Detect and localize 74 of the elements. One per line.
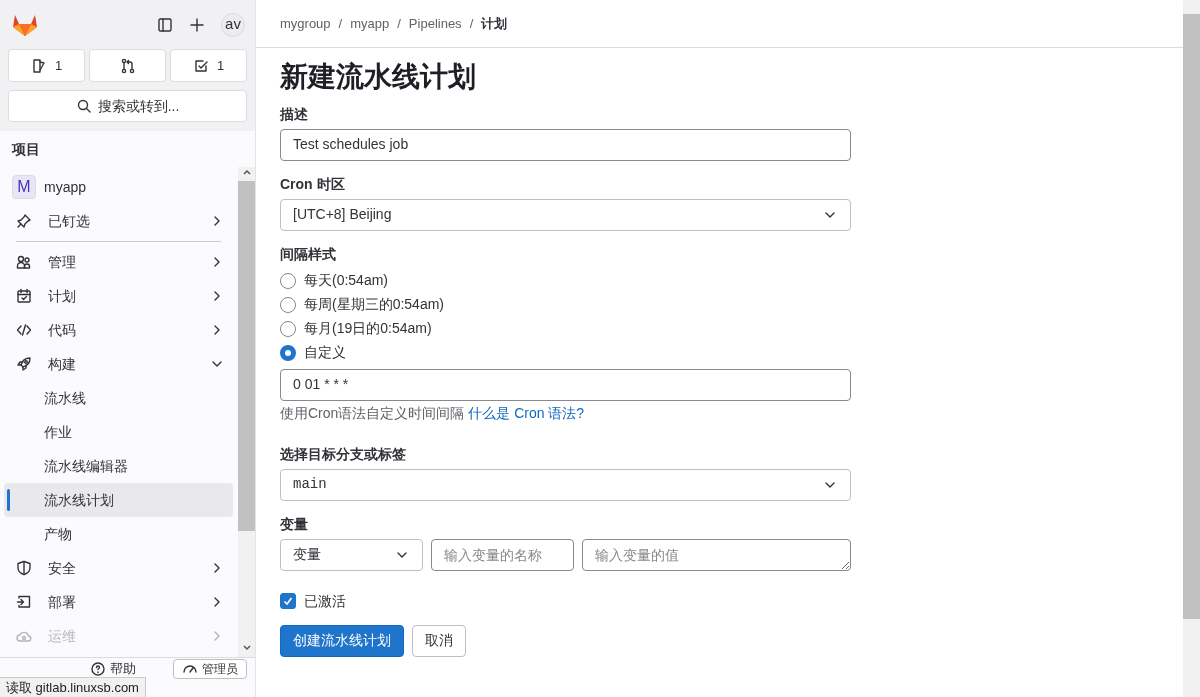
- issues-button[interactable]: 1: [8, 49, 85, 82]
- breadcrumb-separator: /: [469, 14, 474, 33]
- field-label: 变量: [280, 514, 309, 534]
- variable-name-field[interactable]: 输入变量的名称: [431, 538, 574, 571]
- search-button[interactable]: 搜索或转到...: [8, 90, 247, 122]
- radio-label[interactable]: 每天(0:54am): [304, 270, 389, 292]
- cron-field[interactable]: 0 01 * * *: [280, 368, 851, 401]
- radio-button[interactable]: [280, 272, 296, 289]
- nav-subitem[interactable]: 流水线: [4, 381, 233, 415]
- scrollbar-thumb[interactable]: [1183, 14, 1200, 619]
- check-icon: [282, 595, 294, 608]
- search-icon: [75, 98, 92, 114]
- breadcrumb-link[interactable]: Pipelines: [408, 13, 462, 34]
- branch-select[interactable]: main: [280, 468, 851, 501]
- radio-label[interactable]: 自定义: [304, 342, 346, 364]
- nav-item[interactable]: 计划: [4, 279, 233, 313]
- plus-icon[interactable]: [189, 16, 205, 33]
- section-title: 项目: [10, 140, 41, 159]
- description-field[interactable]: Test schedules job: [280, 128, 851, 161]
- cancel-button[interactable]: 取消: [412, 624, 466, 657]
- radio-button[interactable]: [280, 344, 296, 361]
- admin-button[interactable]: 管理员: [173, 658, 247, 679]
- calendar-icon: [16, 288, 32, 304]
- users-icon: [16, 254, 32, 270]
- timezone-select[interactable]: [UTC+8] Beijing: [280, 198, 851, 231]
- page-title: 新建流水线计划: [280, 60, 477, 94]
- breadcrumb-link[interactable]: myapp: [350, 13, 390, 34]
- nav-subitem[interactable]: 流水线编辑器: [4, 449, 233, 483]
- field-label: 间隔样式: [280, 244, 337, 264]
- todo-icon: [192, 57, 209, 74]
- radio-label[interactable]: 每周(星期三的0:54am): [304, 294, 445, 316]
- nav-item[interactable]: 部署: [4, 585, 233, 619]
- help-button[interactable]: 帮助: [90, 658, 136, 679]
- nav-item[interactable]: 管理: [4, 245, 233, 279]
- merge-requests-button[interactable]: [89, 49, 166, 82]
- deploy-icon: [16, 594, 32, 610]
- avatar[interactable]: av: [221, 12, 245, 37]
- status-bar: 读取 gitlab.linuxsb.com: [0, 677, 146, 697]
- radio-button[interactable]: [280, 296, 296, 313]
- sidebar-toggle-icon[interactable]: [157, 16, 173, 33]
- variable-type-select[interactable]: 变量: [280, 538, 423, 571]
- nav-item[interactable]: 安全: [4, 551, 233, 585]
- checkbox-label[interactable]: 已激活: [304, 590, 346, 612]
- code-icon: [16, 322, 32, 338]
- field-label: 选择目标分支或标签: [280, 444, 407, 464]
- nav-item[interactable]: 构建: [4, 347, 233, 381]
- variable-value-field[interactable]: 输入变量的值: [582, 538, 851, 571]
- breadcrumb-separator: /: [397, 14, 401, 33]
- issues-icon: [30, 57, 47, 74]
- breadcrumb-separator: /: [338, 14, 343, 33]
- breadcrumb-link[interactable]: mygroup: [280, 13, 331, 34]
- help-link[interactable]: 什么是 Cron 语法?: [468, 404, 585, 421]
- nav-item[interactable]: 代码: [4, 313, 233, 347]
- field-label: Cron 时区: [280, 174, 346, 194]
- pin-icon: [16, 213, 32, 229]
- nav-item[interactable]: 已钉选: [4, 204, 233, 238]
- field-label: 描述: [280, 104, 309, 124]
- nav-subitem[interactable]: 流水线计划: [4, 483, 233, 517]
- help-icon: [90, 660, 106, 677]
- nav-subitem[interactable]: 产物: [4, 517, 233, 551]
- create-button[interactable]: 创建流水线计划: [280, 624, 404, 657]
- breadcrumb-link[interactable]: 计划: [481, 13, 508, 34]
- merge-request-icon: [119, 57, 136, 74]
- scrollbar-thumb[interactable]: [238, 181, 255, 531]
- radio-button[interactable]: [280, 320, 296, 337]
- project-avatar: M: [12, 175, 36, 199]
- todos-button[interactable]: 1: [170, 49, 247, 82]
- radio-label[interactable]: 每月(19日的0:54am): [304, 318, 432, 340]
- shield-icon: [16, 560, 32, 576]
- checkbox[interactable]: [280, 593, 296, 610]
- project-link[interactable]: M myapp: [4, 170, 233, 204]
- help-text: 使用Cron语法自定义时间间隔: [280, 404, 465, 421]
- nav-subitem[interactable]: 作业: [4, 415, 233, 449]
- rocket-icon: [16, 356, 32, 372]
